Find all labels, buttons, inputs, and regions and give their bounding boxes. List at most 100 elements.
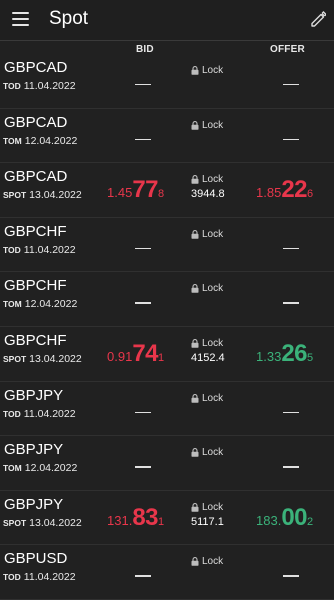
lock-label: Lock — [202, 556, 224, 568]
quote-size: 3944.8 — [191, 188, 225, 201]
bid-price[interactable]: 0.91741 — [107, 340, 164, 368]
bid-price[interactable]: 131.831 — [107, 504, 164, 532]
lock-label: Lock — [202, 119, 224, 131]
offer-empty-dash — [283, 575, 299, 577]
bid-empty-dash — [135, 411, 151, 413]
offer-price-pips: 22 — [281, 176, 308, 204]
quote-row[interactable]: GBPJPY TOM 12.04.2022 Lock — [0, 436, 334, 491]
quote-row[interactable]: GBPJPY SPOT 13.04.2022 Lock 131.831 5117.1 183… — [0, 491, 334, 546]
bid-price[interactable]: 1.45778 — [107, 176, 164, 204]
lock-icon — [191, 448, 199, 457]
currency-pair: GBPCHF — [4, 277, 67, 295]
lock-icon — [191, 557, 199, 567]
lock-toggle[interactable]: Lock — [191, 447, 223, 458]
tenor-code: SPOT — [3, 517, 27, 528]
value-date: TOD 11.04.2022 — [3, 244, 76, 256]
offer-empty-dash — [283, 138, 299, 140]
currency-pair: GBPCAD — [4, 168, 68, 186]
lock-toggle[interactable]: Lock — [191, 393, 223, 404]
lock-icon — [191, 229, 199, 239]
lock-label: Lock — [202, 392, 224, 404]
quote-row[interactable]: GBPCHF SPOT 13.04.2022 Lock 0.91741 4152.4 1.3… — [0, 327, 334, 382]
lock-icon — [191, 502, 199, 512]
quote-row[interactable]: GBPCAD TOD 11.04.2022 Lock — [0, 54, 334, 109]
currency-pair: GBPJPY — [4, 441, 64, 459]
quote-row[interactable]: GBPCAD SPOT 13.04.2022 Lock 1.45778 3944.8 1.8… — [0, 163, 334, 218]
tenor-code: TOM — [3, 463, 22, 474]
date-text: 11.04.2022 — [23, 80, 76, 92]
lock-toggle[interactable]: Lock — [191, 502, 223, 513]
offer-empty-dash — [283, 247, 299, 250]
offer-price-pips: 00 — [281, 503, 308, 531]
lock-label: Lock — [202, 283, 224, 295]
quote-row[interactable]: GBPJPY TOD 11.04.2022 Lock — [0, 382, 334, 437]
pencil-icon[interactable] — [310, 9, 326, 27]
bid-price-fractional: 1 — [158, 351, 165, 364]
hamburger-menu-icon[interactable] — [12, 12, 29, 26]
lock-icon — [191, 284, 199, 294]
lock-icon — [191, 339, 199, 348]
currency-pair: GBPJPY — [4, 495, 64, 513]
bid-price-prefix: 131. — [107, 512, 133, 528]
value-date: TOM 12.04.2022 — [3, 462, 77, 474]
offer-price-prefix: 1.33 — [256, 348, 282, 364]
offer-price-prefix: 1.85 — [256, 185, 282, 201]
quote-row[interactable]: GBPCHF TOM 12.04.2022 Lock — [0, 272, 334, 327]
currency-pair: GBPCHF — [4, 331, 67, 349]
date-text: 12.04.2022 — [24, 462, 78, 475]
quote-size: 4152.4 — [191, 351, 225, 364]
offer-price-fractional: 6 — [307, 188, 314, 201]
quote-size: 5117.1 — [191, 515, 224, 528]
offer-empty-dash — [283, 302, 299, 304]
date-text: 12.04.2022 — [24, 298, 78, 311]
lock-label: Lock — [202, 65, 224, 76]
lock-toggle[interactable]: Lock — [191, 229, 223, 240]
offer-price[interactable]: 183.002 — [256, 504, 313, 532]
bid-price-pips: 77 — [132, 176, 159, 204]
date-text: 12.04.2022 — [24, 134, 78, 147]
lock-label: Lock — [202, 228, 224, 240]
offer-price[interactable]: 1.33265 — [256, 340, 313, 368]
bid-empty-dash — [135, 247, 151, 250]
header-divider — [0, 40, 334, 41]
lock-label: Lock — [202, 174, 224, 186]
value-date: TOD 11.04.2022 — [3, 571, 76, 583]
value-date: SPOT 13.04.2022 — [3, 517, 82, 529]
lock-icon — [191, 66, 199, 75]
value-date: TOM 12.04.2022 — [3, 135, 77, 147]
quote-row[interactable]: GBPUSD TOD 11.04.2022 Lock — [0, 545, 334, 600]
lock-toggle[interactable]: Lock — [191, 174, 223, 185]
value-date: SPOT 13.04.2022 — [3, 189, 82, 201]
lock-toggle[interactable]: Lock — [191, 120, 223, 131]
quote-list: GBPCAD TOD 11.04.2022 Lock GBPCAD TOM 12.04.20… — [0, 54, 334, 600]
quote-row[interactable]: GBPCAD TOM 12.04.2022 Lock — [0, 109, 334, 164]
lock-label: Lock — [202, 337, 224, 349]
bid-empty-dash — [135, 466, 151, 468]
bid-empty-dash — [135, 575, 151, 577]
currency-pair: GBPCAD — [4, 59, 68, 76]
tenor-code: SPOT — [3, 190, 27, 201]
offer-price[interactable]: 1.85226 — [256, 176, 313, 204]
date-text: 13.04.2022 — [29, 189, 82, 202]
bid-price-prefix: 0.91 — [107, 348, 133, 364]
value-date: TOM 12.04.2022 — [3, 298, 77, 310]
lock-icon — [191, 120, 199, 130]
offer-empty-dash — [283, 466, 299, 468]
date-text: 13.04.2022 — [29, 516, 82, 529]
tenor-code: SPOT — [3, 353, 27, 364]
offer-empty-dash — [283, 84, 299, 86]
bid-empty-dash — [135, 138, 151, 140]
currency-pair: GBPCAD — [4, 113, 68, 131]
top-app-bar: Spot — [0, 0, 334, 40]
lock-toggle[interactable]: Lock — [191, 556, 223, 567]
quote-row[interactable]: GBPCHF TOD 11.04.2022 Lock — [0, 218, 334, 273]
bid-price-fractional: 8 — [158, 188, 165, 201]
lock-toggle[interactable]: Lock — [191, 283, 223, 294]
lock-toggle[interactable]: Lock — [191, 338, 223, 349]
lock-toggle[interactable]: Lock — [191, 65, 223, 76]
offer-price-prefix: 183. — [256, 512, 282, 528]
date-text: 11.04.2022 — [23, 407, 76, 420]
bid-price-pips: 74 — [132, 339, 159, 367]
tenor-code: TOD — [3, 244, 21, 255]
value-date: TOD 11.04.2022 — [3, 408, 76, 420]
